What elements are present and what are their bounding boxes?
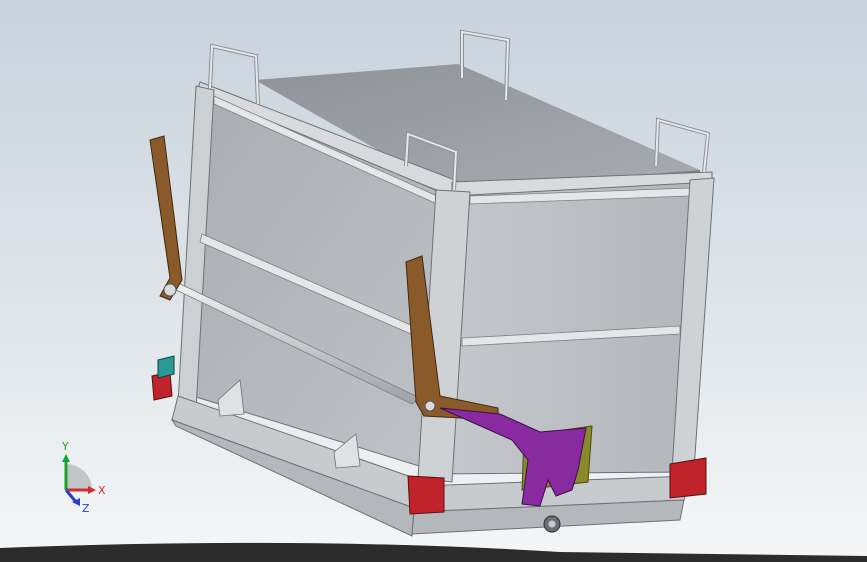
bin-assembly[interactable] <box>149 29 715 537</box>
z-axis-label: Z <box>82 502 90 515</box>
y-axis-label: Y <box>61 440 69 453</box>
x-axis-head <box>88 486 96 494</box>
x-axis-label: X <box>98 484 106 497</box>
pivot-bolt-rear <box>163 283 177 297</box>
lever-arm-rear[interactable] <box>149 135 183 301</box>
cad-viewport[interactable]: Y X Z <box>0 0 867 562</box>
latch-knob-center <box>548 520 556 528</box>
ground-shadow <box>0 542 867 562</box>
teal-clip <box>157 355 175 379</box>
z-axis-arrow <box>64 489 78 503</box>
corner-cap-front <box>407 475 445 515</box>
pivot-bolt-front <box>424 400 436 412</box>
corner-cap-right <box>669 457 707 499</box>
axis-triad: Y X Z <box>61 440 106 515</box>
y-axis-head <box>62 454 70 462</box>
